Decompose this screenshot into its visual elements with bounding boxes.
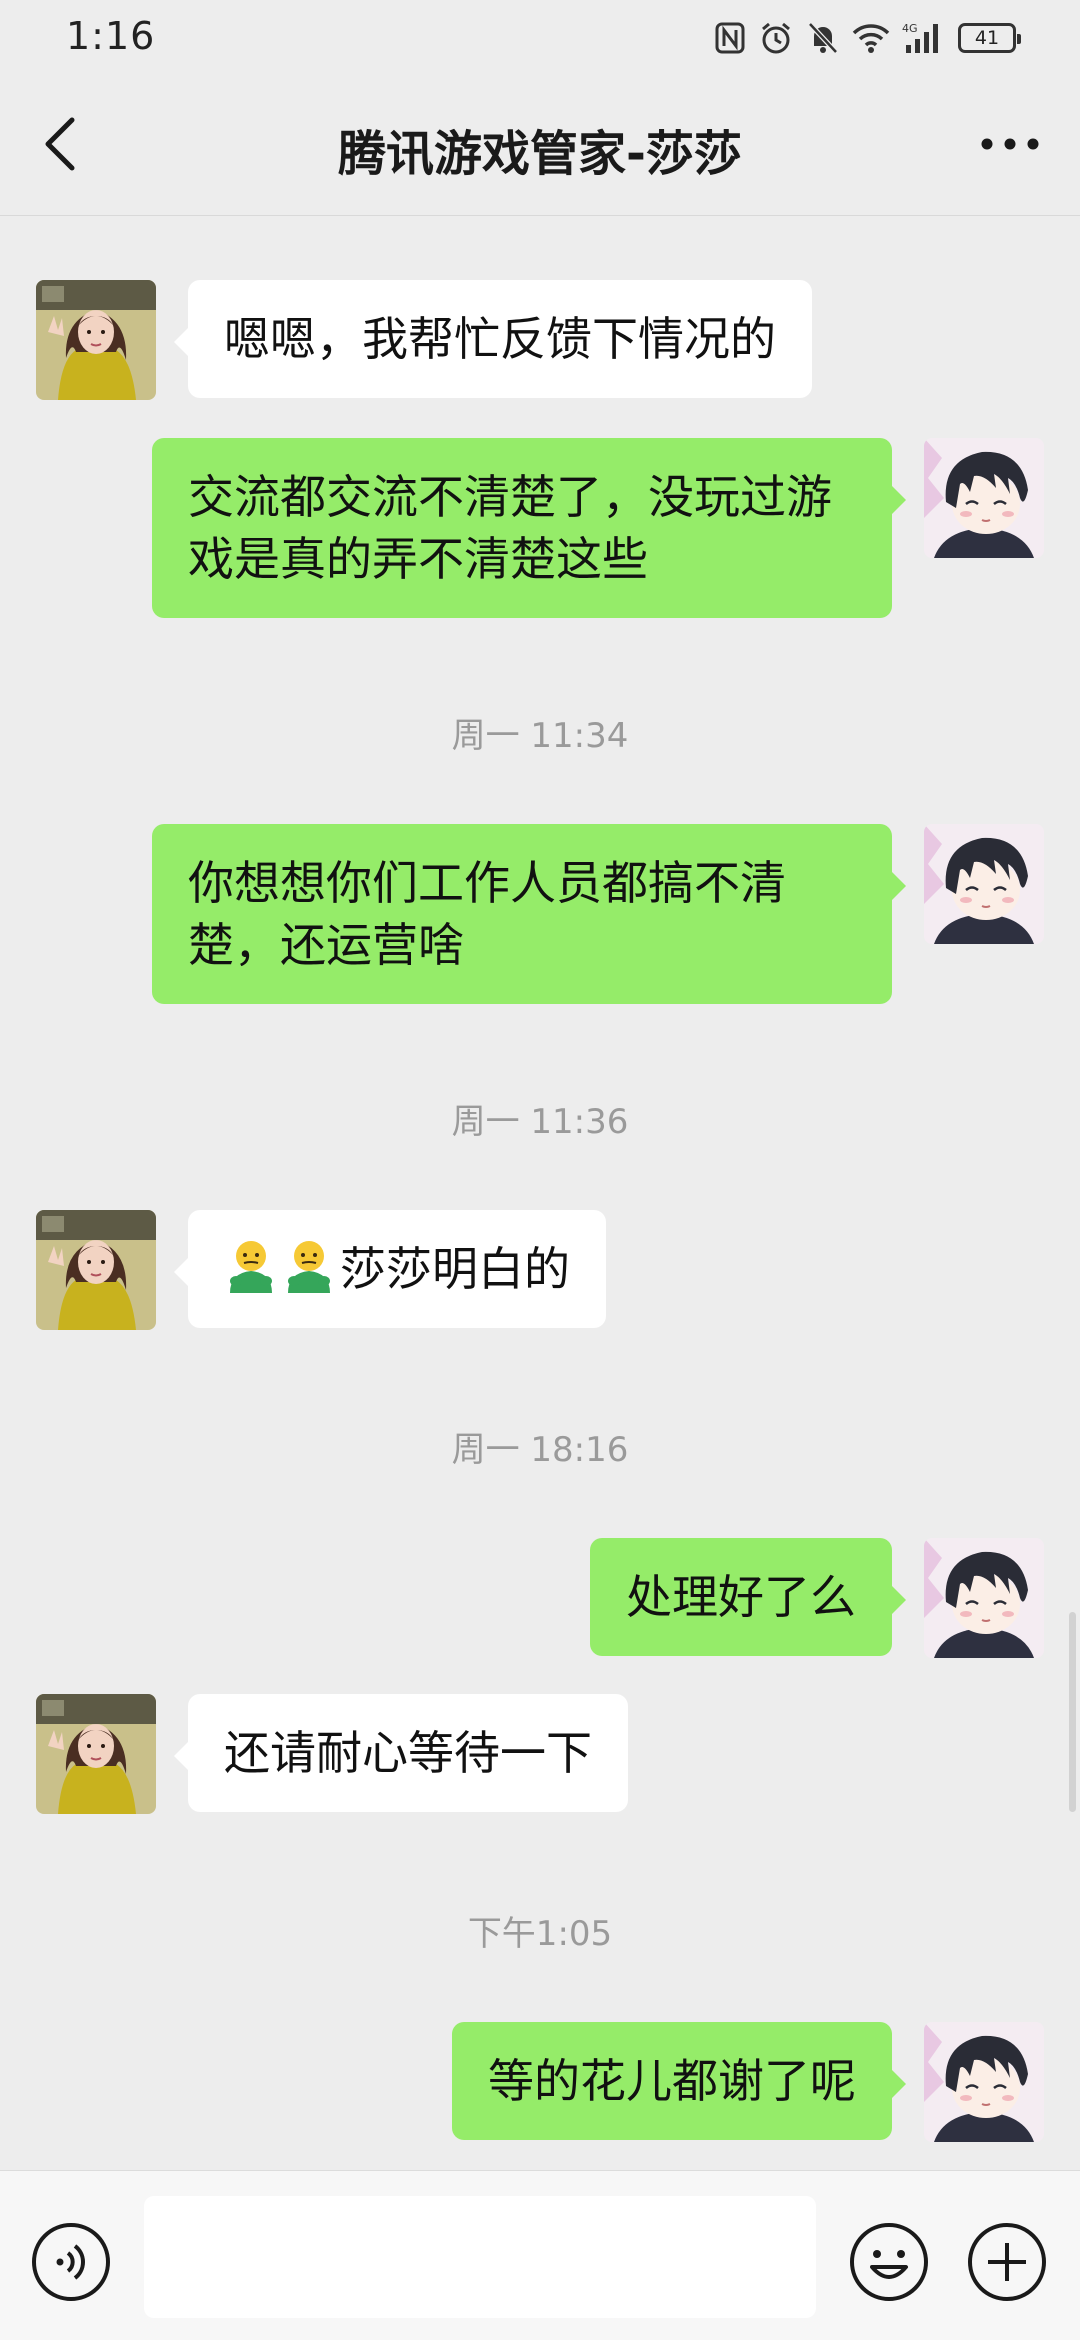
message-timestamp: 周一 18:16 [451,1430,629,1470]
voice-input-button[interactable] [30,2221,112,2303]
alarm-icon [762,22,790,54]
battery-level: 41 [974,27,1000,49]
message-text: 嗯嗯，我帮忙反馈下情况的 [224,312,776,366]
emoji-figure-icon [282,1239,336,1295]
message-text-input[interactable] [144,2196,816,2318]
message-bubble-outgoing[interactable]: 等的花儿都谢了呢 [452,2022,906,2140]
message-text: 等的花儿都谢了呢 [488,2054,856,2108]
status-bar: 1:16 4G 41 [0,0,1080,78]
message-text: 你想想你们工作人员都搞不清楚，还运营啥 [188,856,786,972]
nfc-icon [715,22,745,54]
wifi-icon [852,24,890,53]
message-text: 莎莎明白的 [340,1242,570,1296]
message-input-bar [0,2170,1080,2340]
message-bubble-outgoing[interactable]: 你想想你们工作人员都搞不清楚，还运营啥 [152,824,906,1004]
more-dots-icon [981,138,1039,150]
status-icons: 4G 41 [714,18,1021,58]
contact-avatar[interactable] [36,280,156,400]
self-avatar[interactable] [924,438,1044,558]
status-time: 1:16 [66,14,156,58]
message-timestamp: 下午1:05 [467,1914,613,1954]
message-timestamp: 周一 11:36 [451,1102,629,1142]
self-avatar[interactable] [924,1538,1044,1658]
message-bubble-incoming[interactable]: 还请耐心等待一下 [174,1694,628,1812]
message-text: 还请耐心等待一下 [224,1726,592,1780]
self-avatar[interactable] [924,2022,1044,2142]
mute-bell-icon [808,22,838,54]
cellular-4g-icon: 4G [902,22,938,53]
more-functions-button[interactable] [966,2221,1048,2303]
smiley-icon [850,2223,928,2301]
svg-text:4G: 4G [902,22,918,35]
message-bubble-outgoing[interactable]: 处理好了么 [590,1538,906,1656]
chevron-left-icon [45,117,75,171]
chat-header: 腾讯游戏管家-莎莎 [0,78,1080,216]
contact-avatar[interactable] [36,1210,156,1330]
battery-icon: 41 [958,23,1021,53]
emoji-button[interactable] [848,2221,930,2303]
more-options-button[interactable] [970,108,1050,180]
message-bubble-outgoing[interactable]: 交流都交流不清楚了，没玩过游戏是真的弄不清楚这些 [152,438,906,618]
message-text: 处理好了么 [626,1570,856,1624]
emoji-figure-icon [224,1239,278,1295]
self-avatar[interactable] [924,824,1044,944]
message-bubble-incoming[interactable]: 嗯嗯，我帮忙反馈下情况的 [174,280,812,398]
voice-icon [32,2223,110,2301]
scrollbar-thumb[interactable] [1069,1612,1076,1812]
back-button[interactable] [30,108,90,180]
plus-circle-icon [968,2223,1046,2301]
message-text: 交流都交流不清楚了，没玩过游戏是真的弄不清楚这些 [188,470,832,586]
chat-screen: 1:16 4G 41 腾讯游戏管家-莎莎 嗯嗯，我帮忙反馈下情况的 交流都交流不… [0,0,1080,2340]
message-timestamp: 周一 11:34 [451,716,629,756]
message-bubble-incoming[interactable]: 莎莎明白的 [174,1210,606,1328]
chat-title: 腾讯游戏管家-莎莎 [338,126,742,182]
contact-avatar[interactable] [36,1694,156,1814]
